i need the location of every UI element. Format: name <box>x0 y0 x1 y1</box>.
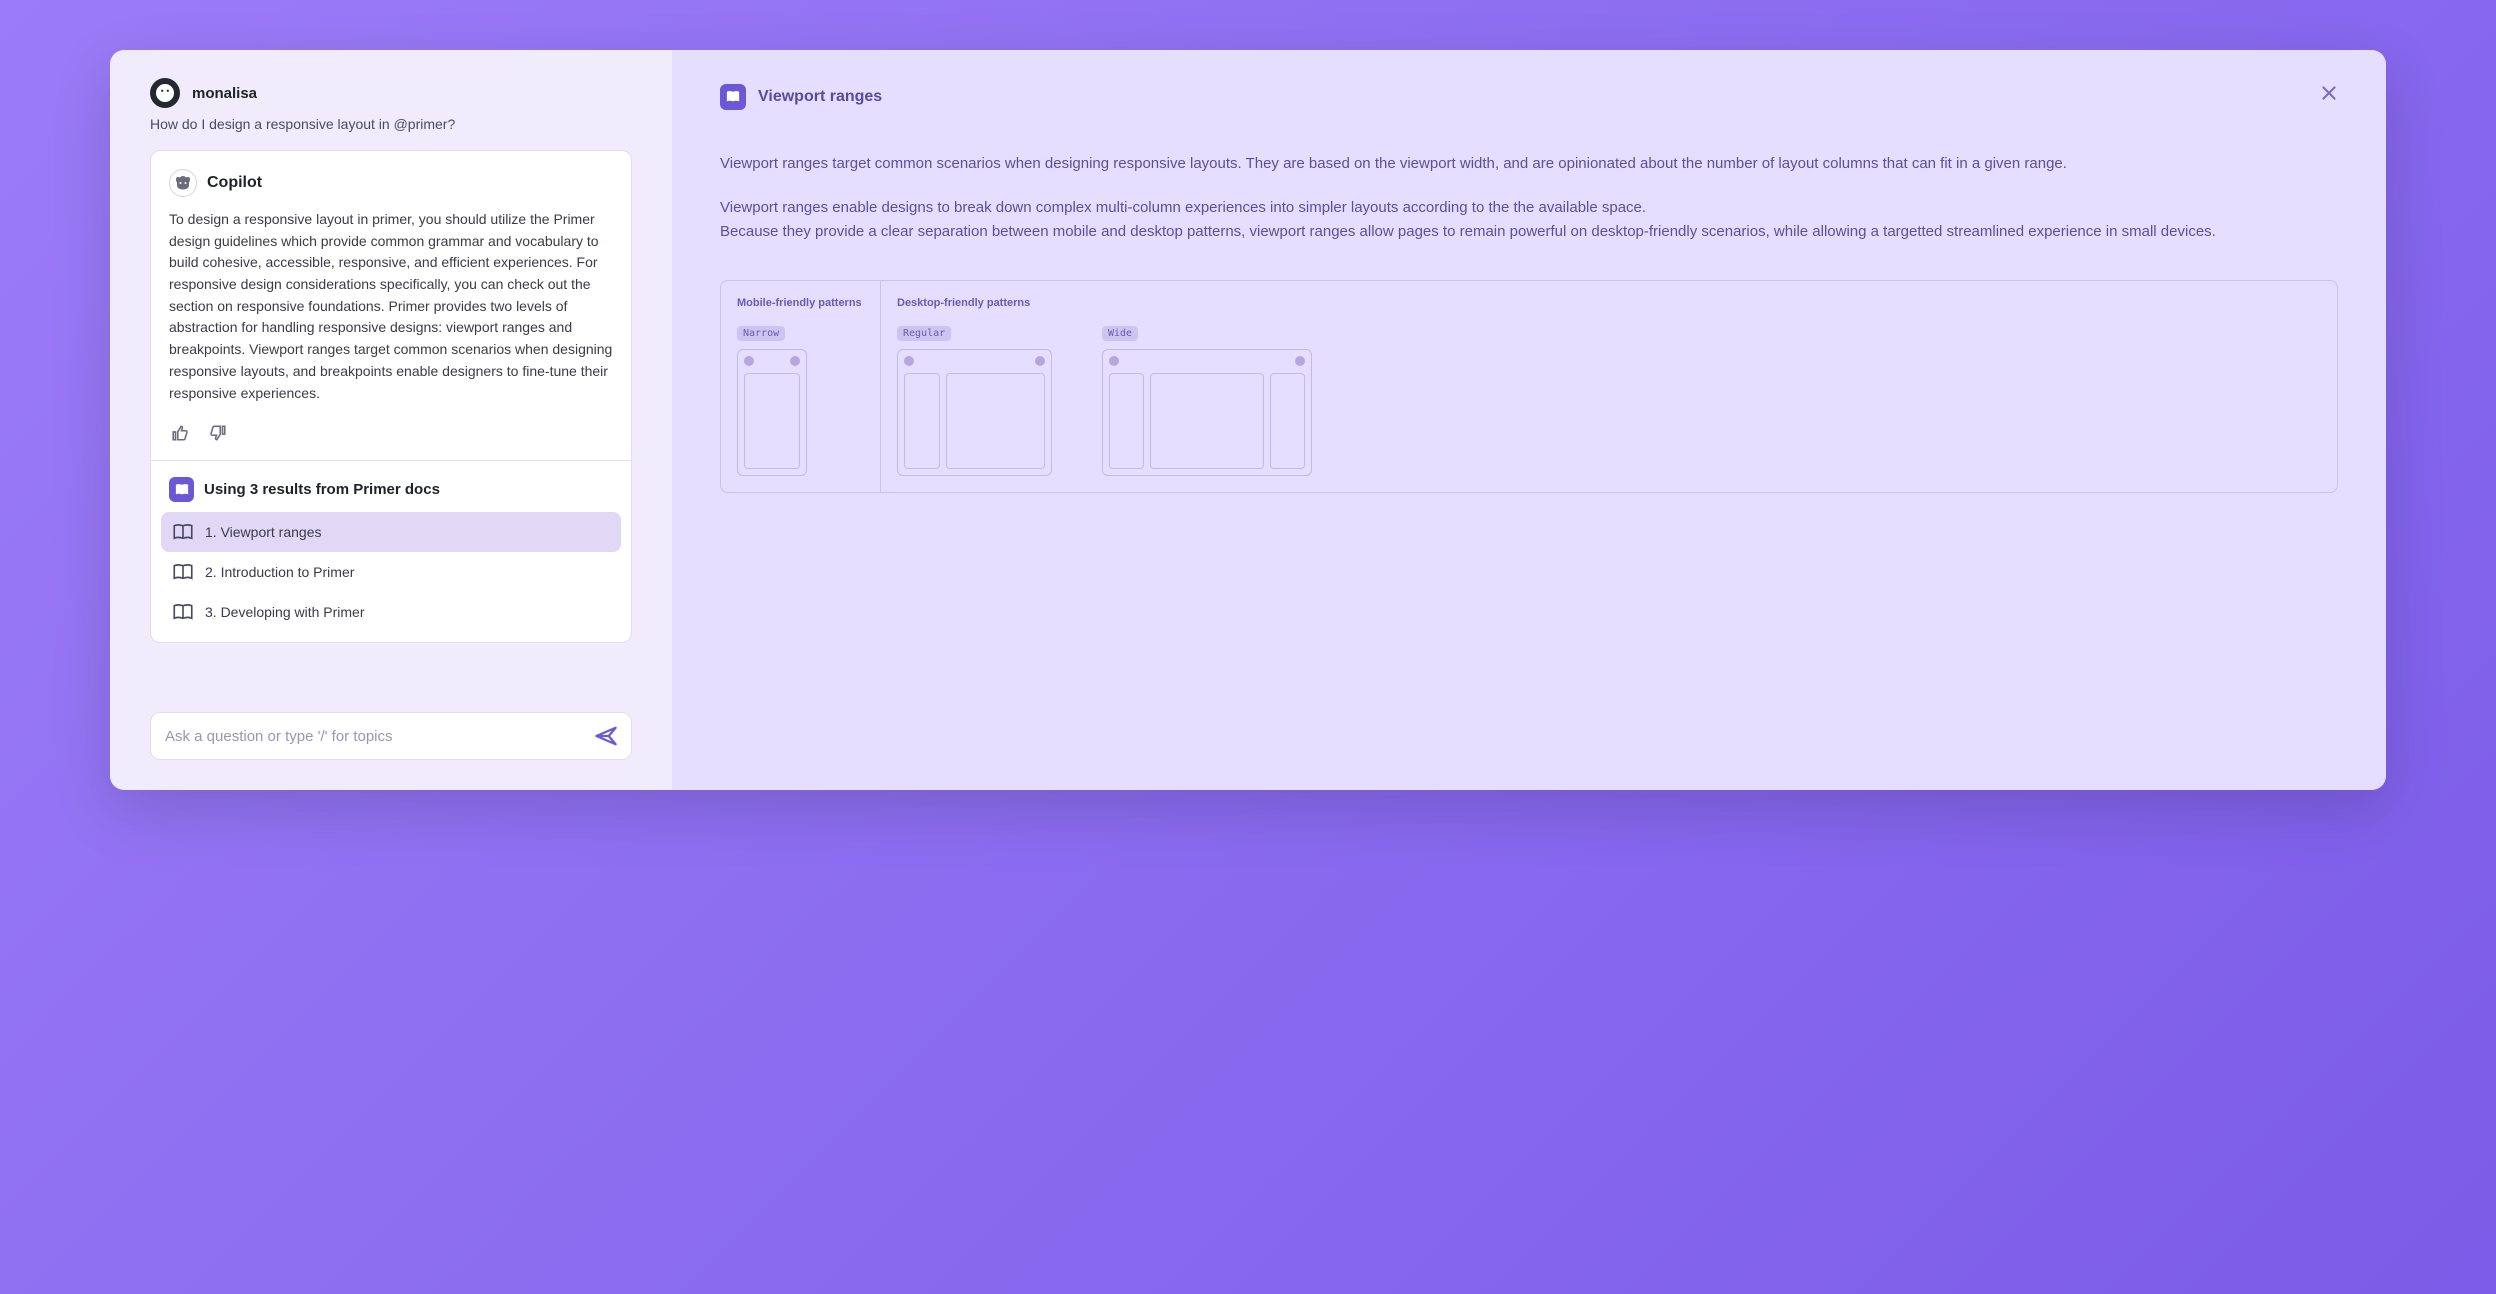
avatar-dot-icon <box>790 356 800 366</box>
result-item-1[interactable]: 1. Viewport ranges <box>161 512 621 552</box>
detail-header: Viewport ranges <box>720 84 2338 110</box>
detail-paragraph-3: Because they provide a clear separation … <box>720 220 2338 244</box>
desktop-patterns-col: Desktop-friendly patterns Regular . Wide <box>881 281 2337 492</box>
book-open-icon <box>173 522 193 542</box>
user-question: How do I design a responsive layout in @… <box>150 116 632 132</box>
book-open-icon <box>173 602 193 622</box>
layout-block <box>744 373 800 469</box>
detail-title: Viewport ranges <box>758 88 882 106</box>
avatar <box>150 78 180 108</box>
thumbs-up-button[interactable] <box>169 422 191 444</box>
mobile-patterns-col: Mobile-friendly patterns Narrow <box>721 281 881 492</box>
results-header: Using 3 results from Primer docs <box>161 477 621 502</box>
user-header: monalisa <box>150 78 632 108</box>
detail-paragraph-1: Viewport ranges target common scenarios … <box>720 152 2338 176</box>
result-label: 2. Introduction to Primer <box>205 564 354 580</box>
desktop-patterns-label: Desktop-friendly patterns <box>897 297 1052 309</box>
logo-dot-icon <box>744 356 754 366</box>
wide-badge: Wide <box>1102 326 1138 341</box>
layout-block <box>1109 373 1144 469</box>
results-heading: Using 3 results from Primer docs <box>204 481 440 498</box>
result-label: 3. Developing with Primer <box>205 604 365 620</box>
regular-badge: Regular <box>897 326 951 341</box>
layout-block <box>904 373 940 469</box>
results-section: Using 3 results from Primer docs 1. View… <box>151 460 631 642</box>
detail-paragraph-2: Viewport ranges enable designs to break … <box>720 196 2338 220</box>
wide-frame <box>1102 349 1312 476</box>
mobile-patterns-label: Mobile-friendly patterns <box>737 297 864 309</box>
book-badge-icon <box>169 477 194 502</box>
logo-dot-icon <box>1109 356 1119 366</box>
close-button[interactable] <box>2320 84 2338 107</box>
avatar-dot-icon <box>1295 356 1305 366</box>
detail-panel: Viewport ranges Viewport ranges target c… <box>672 50 2386 790</box>
app-window: monalisa How do I design a responsive la… <box>110 50 2386 790</box>
narrow-frame <box>737 349 807 476</box>
copilot-card: Copilot To design a responsive layout in… <box>150 150 632 643</box>
book-open-icon <box>173 562 193 582</box>
detail-badge-icon <box>720 84 746 110</box>
regular-frame <box>897 349 1052 476</box>
copilot-icon <box>169 169 197 197</box>
feedback-row <box>151 418 631 460</box>
result-item-3[interactable]: 3. Developing with Primer <box>161 592 621 632</box>
send-button[interactable] <box>595 725 617 747</box>
input-bar <box>150 712 632 760</box>
thumbs-down-button[interactable] <box>207 422 229 444</box>
copilot-title: Copilot <box>207 174 262 192</box>
detail-body: Viewport ranges target common scenarios … <box>720 152 2338 244</box>
chat-input[interactable] <box>165 728 595 745</box>
copilot-answer: To design a responsive layout in primer,… <box>151 209 631 418</box>
avatar-dot-icon <box>1035 356 1045 366</box>
result-item-2[interactable]: 2. Introduction to Primer <box>161 552 621 592</box>
result-label: 1. Viewport ranges <box>205 524 321 540</box>
chat-panel: monalisa How do I design a responsive la… <box>110 50 672 790</box>
username: monalisa <box>192 85 257 102</box>
narrow-badge: Narrow <box>737 326 785 341</box>
viewport-diagram: Mobile-friendly patterns Narrow Desktop-… <box>720 280 2338 493</box>
copilot-header: Copilot <box>151 151 631 209</box>
logo-dot-icon <box>904 356 914 366</box>
layout-block <box>1270 373 1305 469</box>
layout-block <box>946 373 1045 469</box>
layout-block <box>1150 373 1265 469</box>
